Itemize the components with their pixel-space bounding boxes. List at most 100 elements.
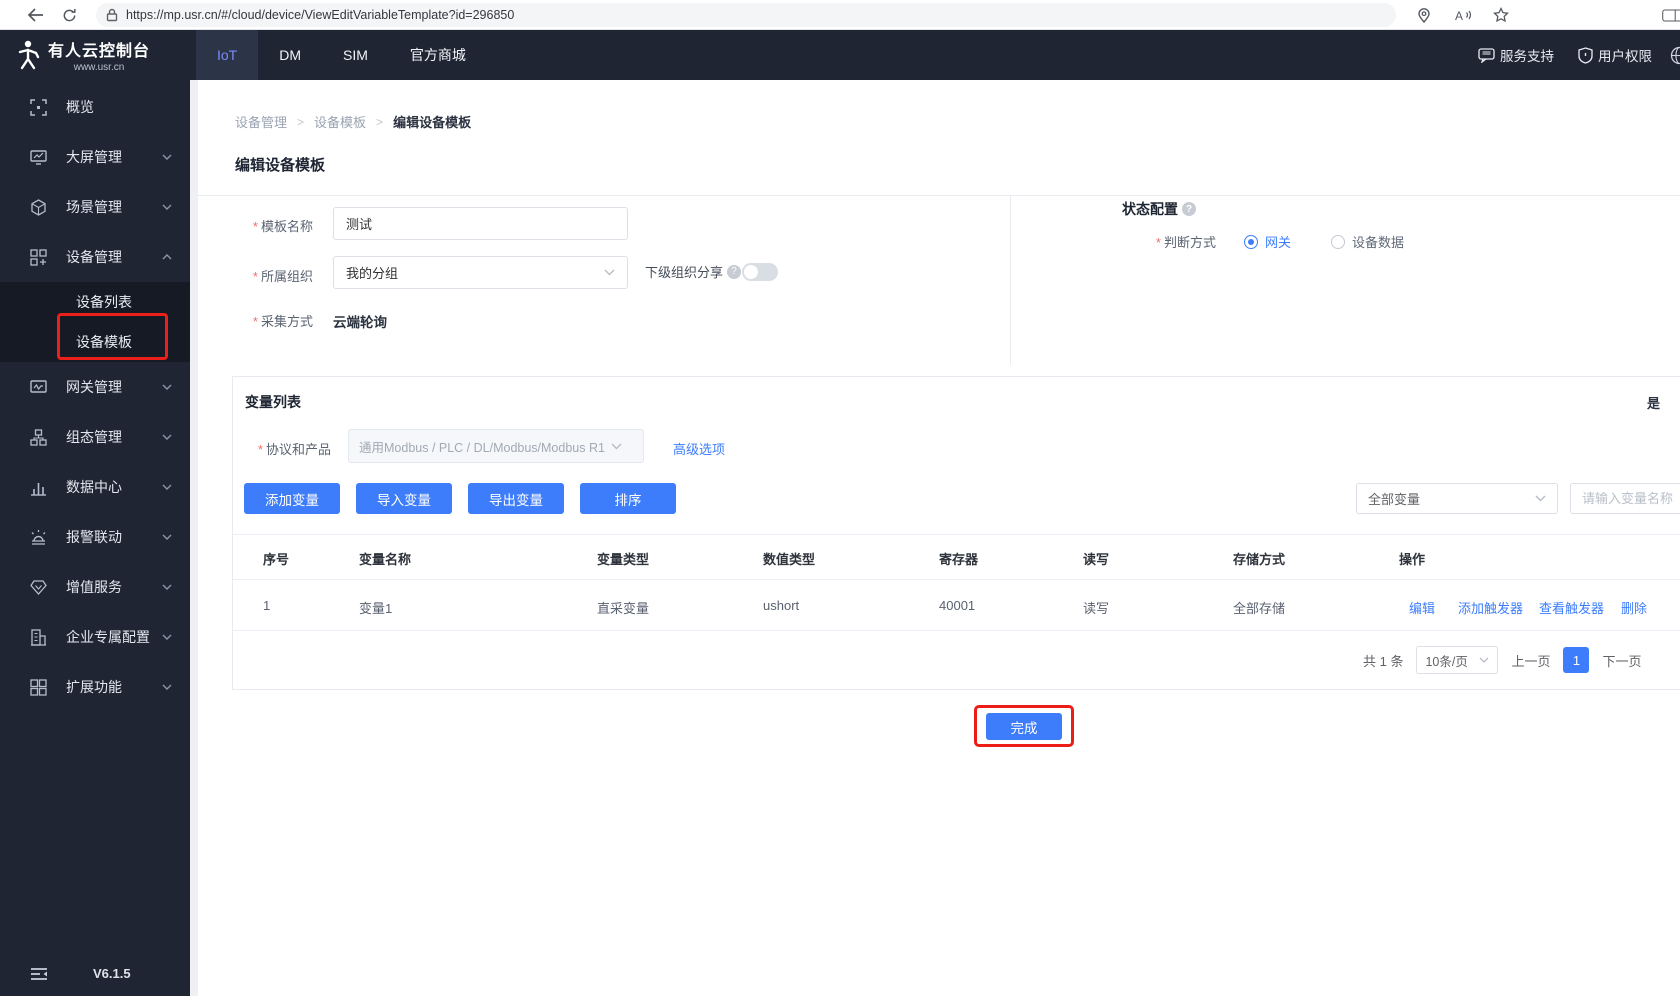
chevron-down-icon (162, 204, 172, 210)
device-grid-icon (30, 248, 47, 266)
sidebar-footer: V6.1.5 (0, 964, 190, 986)
table-border (233, 630, 1680, 631)
variable-list-title: 变量列表 (245, 394, 301, 410)
column-header-name: 变量名称 (359, 552, 412, 567)
sidebar-item-screen-mgmt[interactable]: 大屏管理 (0, 132, 190, 182)
share-toggle[interactable] (742, 263, 778, 281)
browser-back-icon[interactable] (24, 4, 46, 26)
sidebar-item-gateway-mgmt[interactable]: 网关管理 (0, 362, 190, 412)
judge-mode-row: * 判断方式 网关 设备数据 (1068, 232, 1404, 251)
radio-device-data[interactable]: 设备数据 (1331, 232, 1404, 251)
import-variable-button[interactable]: 导入变量 (356, 483, 452, 514)
building-icon (30, 628, 47, 646)
tab-sim[interactable]: SIM (322, 30, 389, 80)
chevron-down-icon (604, 269, 615, 276)
tab-mall[interactable]: 官方商城 (389, 30, 487, 80)
page-size-select[interactable]: 10条/页 (1416, 646, 1499, 674)
help-icon[interactable]: ? (727, 264, 742, 279)
status-config-title: 状态配置 ? (1122, 199, 1196, 219)
column-header-register: 寄存器 (939, 552, 979, 567)
read-aloud-icon[interactable]: A (1452, 4, 1474, 26)
overview-icon (30, 98, 47, 116)
big-screen-icon (30, 149, 47, 166)
radio-gateway[interactable]: 网关 (1244, 232, 1291, 251)
sort-button[interactable]: 排序 (580, 483, 676, 514)
template-name-input[interactable] (333, 207, 628, 240)
table-border (233, 579, 1680, 580)
chevron-down-icon (1535, 495, 1546, 502)
radio-unselected-icon (1331, 234, 1346, 249)
browser-refresh-icon[interactable] (58, 4, 80, 26)
chevron-down-icon (162, 154, 172, 160)
chevron-down-icon (162, 434, 172, 440)
view-trigger-link[interactable]: 查看触发器 (1539, 598, 1604, 617)
annotation-highlight-finish: 完成 (974, 705, 1074, 747)
sidebar-item-scene-mgmt[interactable]: 场景管理 (0, 182, 190, 232)
device-mgmt-submenu: 设备列表 设备模板 (0, 282, 190, 362)
chevron-down-icon (162, 634, 172, 640)
variable-search-input[interactable] (1570, 483, 1680, 514)
sidebar: 概览 大屏管理 场景管理 设备管理 设备列表 设备模板 网关管理 组态管理 数据… (0, 80, 190, 996)
collapse-sidebar-icon[interactable] (30, 967, 48, 981)
sidebar-item-device-list[interactable]: 设备列表 (0, 282, 190, 322)
address-bar[interactable]: https://mp.usr.cn/#/cloud/device/ViewEdi… (96, 3, 1396, 27)
divider (1010, 195, 1011, 365)
header-right: 服务支持 用户权限 (1478, 30, 1680, 80)
org-label: * 所属组织 (252, 269, 313, 284)
breadcrumb-separator: > (376, 114, 384, 129)
pagination: 共 1 条 10条/页 上一页 1 下一页 (1363, 645, 1642, 675)
version-label: V6.1.5 (93, 966, 131, 981)
sidebar-item-overview[interactable]: 概览 (0, 82, 190, 132)
org-select[interactable]: 我的分组 (333, 256, 628, 289)
edit-link[interactable]: 编辑 (1409, 598, 1435, 617)
sidebar-item-alarm-linkage[interactable]: 报警联动 (0, 512, 190, 562)
sidebar-item-data-center[interactable]: 数据中心 (0, 462, 190, 512)
tab-dm[interactable]: DM (258, 30, 322, 80)
sidebar-item-device-mgmt[interactable]: 设备管理 (0, 232, 190, 282)
browser-sidebar-icon[interactable] (1662, 4, 1680, 26)
svg-text:A: A (1455, 9, 1463, 23)
breadcrumb-device-mgmt[interactable]: 设备管理 (235, 112, 287, 131)
breadcrumb-separator: > (297, 114, 305, 129)
sidebar-item-device-template[interactable]: 设备模板 (0, 322, 190, 362)
collect-mode-value: 云端轮询 (333, 315, 387, 330)
breadcrumb-device-template[interactable]: 设备模板 (314, 112, 366, 131)
delete-link[interactable]: 删除 (1621, 598, 1647, 617)
column-header-actions: 操作 (1399, 552, 1426, 567)
sidebar-item-extensions[interactable]: 扩展功能 (0, 662, 190, 712)
current-page-button[interactable]: 1 (1563, 647, 1590, 673)
advanced-options-link[interactable]: 高级选项 (673, 439, 725, 458)
support-link[interactable]: 服务支持 (1478, 45, 1554, 65)
url-text: https://mp.usr.cn/#/cloud/device/ViewEdi… (126, 8, 515, 22)
export-variable-button[interactable]: 导出变量 (468, 483, 564, 514)
sidebar-item-value-added[interactable]: 增值服务 (0, 562, 190, 612)
top-tabs: IoT DM SIM 官方商城 (196, 30, 487, 80)
add-variable-button[interactable]: 添加变量 (244, 483, 340, 514)
cell-var-type: 直采变量 (597, 601, 650, 616)
column-header-var-type: 变量类型 (597, 552, 650, 567)
column-header-rw: 读写 (1083, 552, 1110, 567)
column-header-index: 序号 (263, 552, 290, 567)
truncated-right-text: 是 (1647, 396, 1661, 411)
chevron-down-icon (611, 443, 622, 450)
favorite-star-icon[interactable] (1490, 4, 1512, 26)
protocol-select[interactable]: 通用Modbus / PLC / DL/Modbus/Modbus R1 (348, 429, 644, 463)
column-header-storage: 存储方式 (1233, 552, 1286, 567)
language-globe-icon[interactable] (1670, 46, 1680, 65)
sidebar-item-scada-mgmt[interactable]: 组态管理 (0, 412, 190, 462)
column-header-data-type: 数值类型 (763, 552, 816, 567)
variable-filter-select[interactable]: 全部变量 (1356, 483, 1558, 514)
app-logo[interactable]: 有人云控制台 www.usr.cn (12, 30, 190, 80)
chevron-down-icon (162, 584, 172, 590)
content-gutter (190, 80, 198, 996)
add-trigger-link[interactable]: 添加触发器 (1458, 598, 1523, 617)
finish-button[interactable]: 完成 (986, 713, 1062, 740)
permission-link[interactable]: 用户权限 (1578, 45, 1652, 65)
tab-iot[interactable]: IoT (196, 30, 259, 80)
location-icon[interactable] (1413, 4, 1435, 26)
app-header: 有人云控制台 www.usr.cn IoT DM SIM 官方商城 服务支持 用… (0, 30, 1680, 80)
sidebar-item-enterprise-config[interactable]: 企业专属配置 (0, 612, 190, 662)
prev-page-button[interactable]: 上一页 (1511, 651, 1550, 670)
next-page-button[interactable]: 下一页 (1602, 651, 1641, 670)
help-icon[interactable]: ? (1182, 202, 1196, 216)
